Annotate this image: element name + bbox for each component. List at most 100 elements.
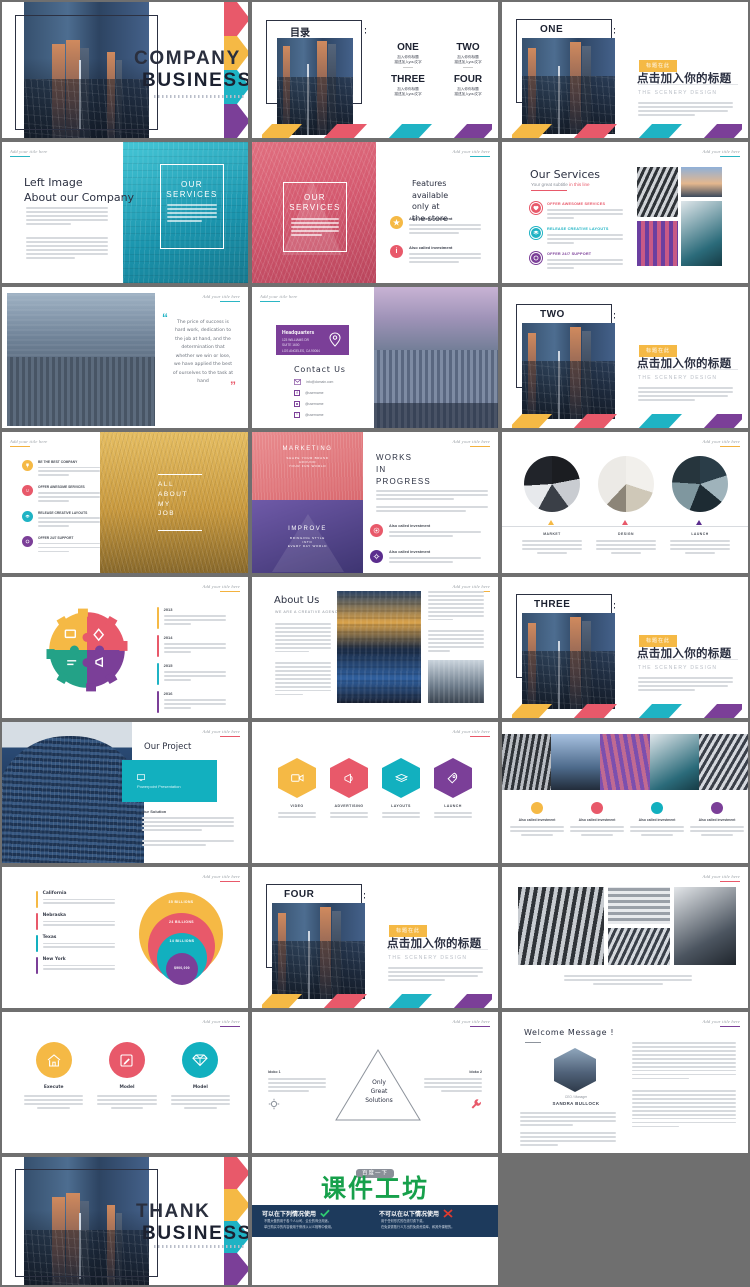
add-title-label[interactable]: Add your title here — [703, 439, 740, 448]
slide-states-chart[interactable]: Add your title here California Nebraska — [2, 867, 248, 1008]
add-title-label[interactable]: Add your title here — [703, 149, 740, 158]
triangle-right-item[interactable]: Idoko 2 — [424, 1070, 482, 1115]
add-title-label[interactable]: Add your title here — [453, 149, 490, 158]
round-icon-label: Model — [119, 1085, 135, 1090]
job-item[interactable]: OFFER AWESOME SERVICES — [22, 485, 100, 503]
slide-grid: COMPANY BUSINESS 目录 ONE 加入你你标题 描述加入you文字… — [0, 0, 750, 1287]
slide-left-image[interactable]: Add your title here OUR SERVICES Left Im… — [2, 142, 248, 283]
slide-architecture-grid[interactable]: Add your title here — [502, 867, 748, 1008]
section-photo — [522, 323, 615, 419]
hex-label: LAUNCH — [444, 804, 462, 808]
slide-table-of-contents[interactable]: 目录 ONE 加入你你标题 描述加入you文字 TWO 加入你你标题 描述加入y… — [252, 2, 498, 138]
section-rule — [638, 659, 738, 660]
toc-item[interactable]: THREE 加入你你标题 描述加入you文字 — [382, 74, 434, 97]
contact-row[interactable]: f @username — [294, 390, 333, 396]
project-card[interactable]: Powerpoint Presentation — [122, 760, 217, 802]
strip-photo — [600, 734, 650, 790]
services-item[interactable]: RELEASE CREATIVE LAYOUTS — [530, 227, 623, 246]
add-title-label[interactable]: Add your title here — [203, 584, 240, 593]
year-item[interactable]: 2015 — [157, 663, 226, 685]
round-icon-item[interactable]: Model — [97, 1042, 157, 1109]
services-item[interactable]: OFFER AWESOME SERVICES — [530, 202, 623, 221]
services-item[interactable]: Also called investment — [390, 216, 481, 236]
contact-row[interactable]: info@domain.com — [294, 379, 333, 385]
slide-triangle-solutions[interactable]: Add your title here Only Great Solutions… — [252, 1012, 498, 1153]
slide-thanks[interactable]: THANK BUSINESS — [2, 1157, 248, 1285]
strip-caption[interactable]: Also called investment — [570, 802, 624, 836]
slide-our-services-red[interactable]: Add your title here OUR SERVICES Feature… — [252, 142, 498, 283]
toc-item[interactable]: ONE 加入你你标题 描述加入you文字 — [382, 42, 434, 68]
strip-caption[interactable]: Also called investment — [690, 802, 744, 836]
slide-all-about-my-job[interactable]: Add your title here ALL ABOUT MY JOB BE … — [2, 432, 248, 573]
add-title-label[interactable]: Add your title here — [203, 294, 240, 303]
legend-item[interactable]: Texas — [36, 935, 115, 952]
legend-item[interactable]: New York — [36, 957, 115, 974]
slide-section-three[interactable]: THREE 标题在此 点击加入你的标题 THE SCENERY DESIGN — [502, 577, 748, 718]
promo-banner[interactable]: 百度一下 课件工坊 可以在下列情况使用 不限大做的用于各个人公司、企业的商业用途… — [252, 1157, 498, 1285]
add-title-label[interactable]: Add your title here — [453, 729, 490, 738]
year-item[interactable]: 2013 — [157, 607, 226, 629]
avatar — [554, 1048, 596, 1092]
add-title-label[interactable]: Add your title here — [203, 729, 240, 738]
slide-hex-row[interactable]: Add your title here VIDEO ADVERTISING LA… — [252, 722, 498, 863]
grid-cell: Add your title here MARKET DESIGN LAUNCH — [500, 430, 750, 575]
slide-section-four[interactable]: FOUR 标题在此 点击加入你的标题 THE SCENERY DESIGN — [252, 867, 498, 1008]
hex-item[interactable]: LAYOUTS — [382, 758, 420, 820]
slide-quote[interactable]: Add your title here “ The price of succe… — [2, 287, 248, 428]
toc-item[interactable]: TWO 加入你你标题 描述加入you文字 — [442, 42, 494, 68]
slide-section-two[interactable]: TWO 标题在此 点击加入你的标题 THE SCENERY DESIGN — [502, 287, 748, 428]
slide-section-one[interactable]: ONE 标题在此 点击加入你的标题 THE SCENERY DESIGN — [502, 2, 748, 138]
legend-item[interactable]: Nebraska — [36, 913, 115, 930]
legend-item[interactable]: California — [36, 891, 115, 908]
promo-ok-items: 不限大做的用于各个人公司、企业的商业用途。 单日购买中的内容使用于修改以以义相等… — [264, 1219, 335, 1229]
toc-item[interactable]: FOUR 加入你你标题 描述加入you文字 — [442, 74, 494, 97]
slide-welcome-message[interactable]: Add your title here Welcome Message ! CE… — [502, 1012, 748, 1153]
hex-label: LAYOUTS — [391, 804, 411, 808]
hex-item[interactable]: LAUNCH — [434, 758, 472, 820]
triangle-left-item[interactable]: Idoko 1 — [268, 1070, 326, 1115]
add-title-label[interactable]: Add your title here — [453, 439, 490, 448]
slide-puzzle-gears[interactable]: Add your title here 2013 2014 2015 2016 — [2, 577, 248, 718]
year-item[interactable]: 2016 — [157, 691, 226, 713]
round-icon-item[interactable]: Model — [170, 1042, 230, 1109]
job-item[interactable]: BE THE BEST COMPANY — [22, 460, 100, 478]
year-item[interactable]: 2014 — [157, 635, 226, 657]
hex-item[interactable]: ADVERTISING — [330, 758, 368, 820]
contact-row[interactable]: t @username — [294, 412, 333, 418]
services-item[interactable]: i Also called investment — [390, 245, 481, 265]
gallery-photo — [637, 167, 678, 217]
rocket-icon — [434, 758, 472, 798]
add-title-label[interactable]: Add your title here — [203, 1019, 240, 1028]
add-title-label[interactable]: Add your title here — [10, 439, 48, 448]
slide-contact[interactable]: Add your title here Headquarters 123 WIL… — [252, 287, 498, 428]
strip-caption[interactable]: Also called investment — [630, 802, 684, 836]
job-item[interactable]: RELEASE CREATIVE LAYOUTS — [22, 510, 100, 529]
pencil-icon — [108, 1042, 145, 1078]
services-photo: OUR SERVICES — [252, 142, 376, 283]
wip-item[interactable]: Also called investment — [370, 524, 481, 539]
slide-our-services[interactable]: Add your title here Our Services Your gr… — [502, 142, 748, 283]
add-title-label[interactable]: Add your title here — [260, 294, 298, 303]
strip-caption[interactable]: Also called investment — [510, 802, 564, 836]
arch-photo — [608, 887, 671, 924]
add-title-label[interactable]: Add your title here — [703, 874, 740, 883]
add-title-label[interactable]: Add your title here — [703, 1019, 740, 1028]
add-title-label[interactable]: Add your title here — [10, 149, 48, 158]
slide-three-round-icons[interactable]: Add your title here Execute Model Model — [2, 1012, 248, 1153]
job-item[interactable]: OFFER 24/7 SUPPORT — [22, 536, 100, 554]
toc-item-number: THREE — [391, 74, 425, 85]
slide-about-us[interactable]: Add your title here About Us WE ARE A CR… — [252, 577, 498, 718]
contact-row[interactable]: @username — [294, 401, 333, 407]
dot-divider — [614, 603, 615, 611]
services-item[interactable]: OFFER 24/7 SUPPORT — [530, 252, 623, 271]
slide-works-in-progress[interactable]: Add your title here MARKETING SHAPE YOUR… — [252, 432, 498, 573]
slide-cover[interactable]: COMPANY BUSINESS — [2, 2, 248, 138]
round-icon-item[interactable]: Execute — [24, 1042, 84, 1109]
wip-item[interactable]: Also called investment — [370, 550, 481, 565]
slide-our-project[interactable]: Add your title here Our Project Powerpoi… — [2, 722, 248, 863]
slide-photo-strip[interactable]: Also called investment Also called inves… — [502, 722, 748, 863]
add-title-label[interactable]: Add your title here — [203, 874, 240, 883]
slide-three-circles[interactable]: Add your title here MARKET DESIGN LAUNCH — [502, 432, 748, 573]
hex-item[interactable]: VIDEO — [278, 758, 316, 820]
add-title-label[interactable]: Add your title here — [453, 1019, 490, 1028]
